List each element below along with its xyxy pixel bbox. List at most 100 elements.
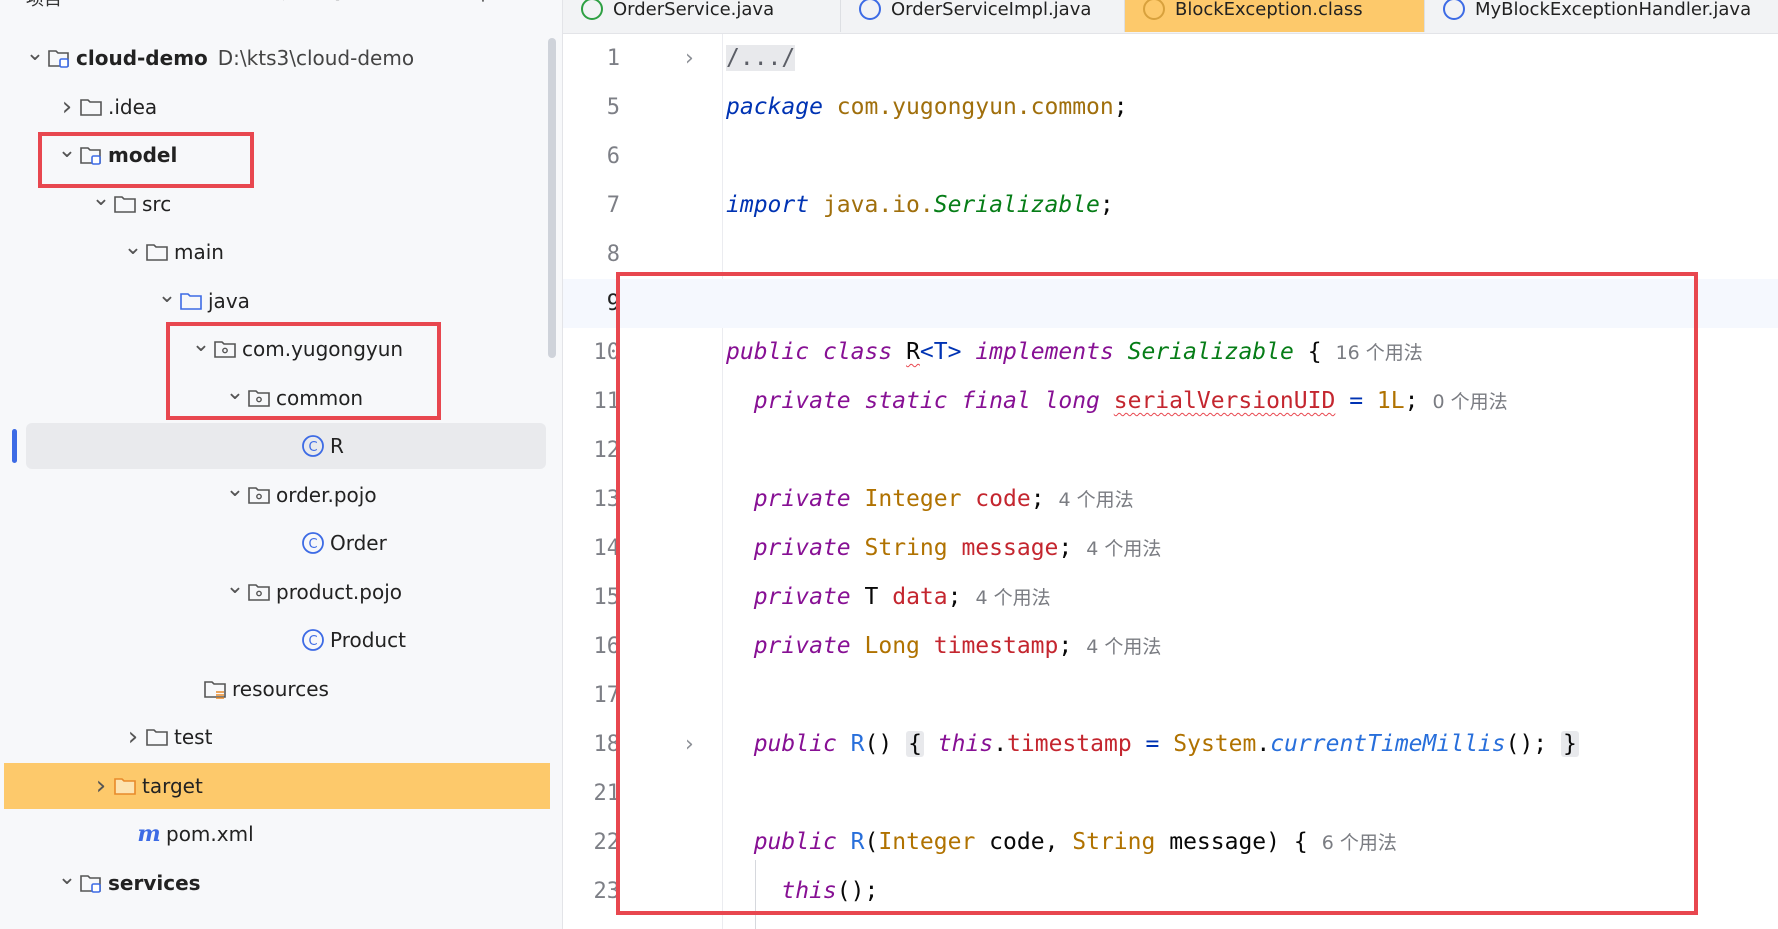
usage-hint[interactable]: 4 个用法 (1086, 538, 1161, 560)
tree-item-label: order.pojo (276, 482, 377, 507)
modifier: private (753, 486, 851, 512)
tree-item-order[interactable]: C Order (0, 520, 540, 566)
generic-param: <T> (919, 339, 962, 365)
module-icon (78, 144, 104, 166)
usage-hint[interactable]: 4 个用法 (1059, 489, 1134, 511)
collapsed-header[interactable]: /.../ (726, 45, 796, 71)
more-icon[interactable]: ⋮ (474, 0, 492, 5)
tree-item-services[interactable]: ⌄ services (0, 860, 540, 906)
tree-item-target[interactable]: › target (4, 762, 550, 809)
tab-my-block-exception-handler[interactable]: MyBlockExceptionHandler.java (1425, 0, 1778, 32)
code-line[interactable]: 21 (563, 769, 1778, 818)
field-name: timestamp (1007, 731, 1132, 757)
code-line-current[interactable]: 9 (563, 279, 1778, 328)
code-line[interactable]: 17 (563, 671, 1778, 720)
class-icon: C (300, 435, 326, 457)
tree-item-test[interactable]: › test (0, 714, 540, 760)
code-line[interactable]: 16 private Long timestamp; 4 个用法 (563, 622, 1778, 671)
tree-item-pom-xml[interactable]: m pom.xml (0, 811, 540, 857)
code-line[interactable]: 14 private String message; 4 个用法 (563, 524, 1778, 573)
tree-item-com-yugongyun[interactable]: ⌄ com.yugongyun (0, 326, 540, 372)
usage-hint[interactable]: 6 个用法 (1322, 832, 1397, 854)
chevron-right-icon[interactable]: › (90, 771, 112, 801)
chevron-down-icon[interactable]: ⌄ (56, 138, 78, 163)
code-line[interactable]: 1 › /.../ (563, 34, 1778, 83)
chevron-right-icon[interactable]: › (685, 34, 694, 83)
line-number: 9 (606, 291, 620, 316)
tab-order-service[interactable]: OrderService.java (563, 0, 841, 32)
chevron-down-icon[interactable]: ⌄ (24, 41, 46, 66)
code-line[interactable]: 12 (563, 426, 1778, 475)
type: String (864, 535, 948, 561)
modifier: public (753, 731, 837, 757)
svg-text:C: C (308, 537, 317, 552)
code-line[interactable]: 18 › public R() { this.timestamp = Syste… (563, 720, 1778, 769)
tree-item-label: com.yugongyun (242, 337, 404, 361)
method-name: currentTimeMillis (1270, 731, 1506, 757)
tree-item-model[interactable]: ⌄ model (0, 132, 540, 178)
tree-item-java[interactable]: ⌄ java (0, 278, 540, 324)
code-line[interactable]: 15 private T data; 4 个用法 (563, 573, 1778, 622)
fold-open-brace[interactable]: { (906, 731, 924, 757)
usage-hint[interactable]: 0 个用法 (1432, 391, 1507, 413)
tree-item-resources[interactable]: resources (0, 666, 540, 712)
collapse-icon[interactable]: ⌄ (378, 0, 393, 5)
code-line[interactable]: 23 this(); (563, 867, 1778, 916)
chevron-down-icon[interactable]: ⌄ (224, 574, 246, 599)
type: T (864, 584, 879, 610)
line-number: 21 (593, 781, 621, 806)
usage-hint[interactable]: 4 个用法 (975, 587, 1050, 609)
tree-item-r[interactable]: CR (26, 423, 546, 469)
chevron-right-icon[interactable]: › (122, 722, 144, 752)
crosshair-icon[interactable]: ⊕ (330, 0, 345, 5)
chevron-down-icon[interactable]: ⌄ (156, 283, 178, 308)
tab-block-exception[interactable]: BlockException.class (1125, 0, 1425, 32)
tab-label: BlockException.class (1175, 0, 1363, 20)
code-line[interactable]: 10 public class R<T> implements Serializ… (563, 328, 1778, 377)
code-line[interactable]: 11 private static final long serialVersi… (563, 377, 1778, 426)
usage-hint[interactable]: 4 个用法 (1086, 636, 1161, 658)
chevron-down-icon[interactable]: ⌄ (224, 380, 246, 405)
code-line[interactable]: 22 public R(Integer code, String message… (563, 818, 1778, 867)
class-icon (859, 0, 881, 20)
chevron-down-icon[interactable]: ⌄ (224, 477, 246, 502)
code-line[interactable]: 7 import java.io.Serializable; (563, 181, 1778, 230)
chevron-down-icon[interactable]: ⌄ (90, 186, 112, 211)
usage-hint[interactable]: 16 个用法 (1336, 342, 1423, 364)
tree-item-label: pom.xml (166, 822, 254, 846)
excluded-folder-icon (112, 775, 138, 797)
modifier: private (753, 535, 851, 561)
tree-item-label: model (108, 143, 178, 167)
line-number: 1 (606, 46, 620, 71)
code-line[interactable]: 6 (563, 132, 1778, 181)
chevron-down-icon[interactable]: ⌄ (122, 235, 144, 260)
tree-item-product-pojo[interactable]: ⌄ product.pojo (0, 569, 540, 615)
close-icon[interactable]: ✕ (426, 0, 441, 5)
tree-item-main[interactable]: ⌄ main (0, 229, 540, 275)
chevron-down-icon[interactable]: ⌄ (56, 865, 78, 890)
tree-item-product[interactable]: C Product (0, 617, 540, 663)
expand-icon[interactable]: ⇱ (282, 0, 297, 5)
code-line[interactable]: 5 package com.yugongyun.common; (563, 83, 1778, 132)
tree-item-cloud-demo[interactable]: ⌄ cloud-demo D:\kts3\cloud-demo (0, 35, 540, 81)
tab-label: OrderServiceImpl.java (891, 0, 1092, 20)
chevron-down-icon[interactable]: ⌄ (190, 332, 212, 357)
project-panel: 项目 ⇱ ⊕ ⌄ ✕ ⋮ ⌄ cloud-demo D:\kts3\cloud-de… (0, 0, 563, 929)
tree-item-label: src (142, 191, 172, 216)
class-icon: C (300, 532, 326, 554)
tree-item-label: test (174, 725, 213, 749)
tree-item-label: R (330, 434, 344, 458)
tree-item-common[interactable]: ⌄ common (0, 375, 540, 421)
tree-item-idea[interactable]: › .idea (0, 84, 540, 130)
chevron-right-icon[interactable]: › (685, 720, 694, 769)
tree-scrollbar[interactable] (548, 38, 556, 358)
tab-order-service-impl[interactable]: OrderServiceImpl.java (841, 0, 1125, 32)
fold-close-brace[interactable]: } (1561, 731, 1579, 757)
tree-item-src[interactable]: ⌄ src (0, 181, 540, 227)
chevron-right-icon[interactable]: › (56, 92, 78, 122)
tree-item-label: java (208, 288, 250, 313)
code-line[interactable]: 13 private Integer code; 4 个用法 (563, 475, 1778, 524)
code-line[interactable]: 8 (563, 230, 1778, 279)
line-number: 14 (593, 536, 621, 561)
tree-item-order-pojo[interactable]: ⌄ order.pojo (0, 472, 540, 518)
